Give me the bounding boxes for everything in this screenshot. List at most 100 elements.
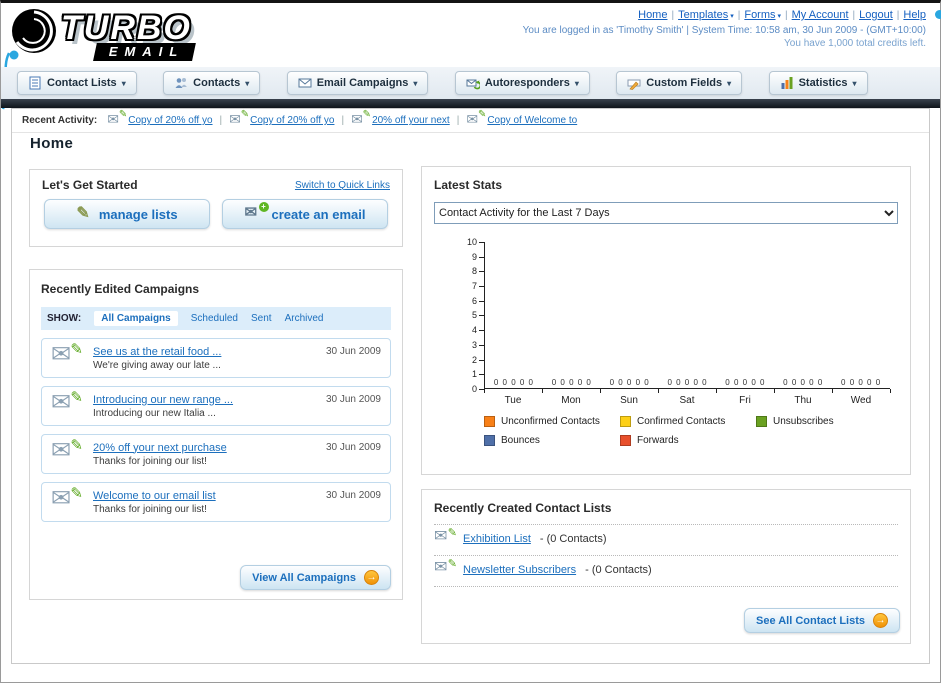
envelope-edit-icon: ✉ ✎ [51, 341, 83, 368]
top-nav-help[interactable]: Help [903, 9, 926, 21]
statistics-icon [781, 77, 793, 89]
legend-item: Confirmed Contacts [620, 416, 756, 427]
legend-swatch-bounces [484, 435, 495, 446]
recent-activity-item: ✉ ✎ Copy of 20% off yo [107, 108, 212, 127]
separator: | [219, 115, 223, 126]
contact-list-link[interactable]: Exhibition List [463, 533, 531, 545]
logo-text: TURBO EMAIL [61, 9, 197, 61]
top-nav-templates[interactable]: Templates ▾ [678, 9, 734, 21]
legend-swatch-forwards [620, 435, 631, 446]
filter-sent[interactable]: Sent [251, 313, 272, 324]
campaign-title-link[interactable]: Welcome to our email list [93, 490, 216, 502]
tab-email-campaigns[interactable]: Email Campaigns ▾ [286, 71, 429, 95]
chart-plot-area: 0 0 0 0 0 0 0 0 0 0 0 0 0 0 0 0 0 0 0 0 … [484, 242, 890, 389]
show-label: SHOW: [47, 313, 82, 324]
contacts-icon [175, 78, 187, 88]
envelope-edit-icon: ✉ ✎ [351, 108, 372, 127]
top-nav: Home | Templates ▾ | Forms ▾ | My Account | Logout… [523, 9, 926, 21]
campaign-subtitle: Thanks for joining our list! [93, 455, 207, 467]
campaign-list-item: ✉ ✎ Welcome to our email list Thanks for … [41, 482, 391, 522]
contact-lists-icon [29, 76, 41, 90]
contact-list-count: - (0 Contacts) [585, 564, 652, 576]
chart-x-ticks [484, 389, 891, 393]
campaign-date: 30 Jun 2009 [325, 394, 381, 405]
autoresponders-icon [466, 79, 480, 90]
list-edit-icon: ✉ ✎ [434, 558, 457, 576]
latest-stats-title: Latest Stats [434, 178, 503, 192]
email-campaigns-icon [298, 78, 312, 88]
envelope-edit-icon: ✉ ✎ [51, 437, 83, 464]
header-user-area: Home | Templates ▾ | Forms ▾ | My Account | Logout… [523, 9, 926, 49]
legend-swatch-unsubscribes [756, 416, 767, 427]
main-nav: Contact Lists ▾ Contacts ▾ Email Campaig… [1, 67, 940, 99]
recent-activity-label: Recent Activity: [22, 115, 98, 126]
top-nav-my-account[interactable]: My Account [792, 9, 849, 21]
filter-scheduled[interactable]: Scheduled [191, 313, 238, 324]
chevron-down-icon: ▾ [727, 78, 732, 88]
create-email-button[interactable]: ✉ + create an email [222, 199, 388, 229]
recent-activity-link[interactable]: 20% off your next [372, 115, 450, 126]
top-nav-home[interactable]: Home [638, 9, 667, 21]
stats-period-select[interactable]: Contact Activity for the Last 7 Days [434, 202, 898, 224]
chevron-down-icon: ▾ [121, 78, 126, 88]
envelope-edit-icon: ✉ ✎ [107, 108, 128, 127]
envelope-edit-icon: ✉ ✎ [229, 108, 250, 127]
switch-to-quick-links-link[interactable]: Switch to Quick Links [295, 180, 390, 191]
divider [434, 586, 898, 587]
separator: | [341, 115, 345, 126]
chevron-down-icon: ▾ [574, 78, 579, 88]
recent-activity-bar: Recent Activity: ✉ ✎ Copy of 20% off yo |… [12, 109, 929, 133]
credits-info: You have 1,000 total credits left. [784, 38, 926, 49]
top-nav-forms[interactable]: Forms ▾ [744, 9, 781, 21]
arrow-right-icon: → [873, 613, 888, 628]
latest-stats-panel: Latest Stats Contact Activity for the La… [421, 166, 911, 475]
chevron-down-icon: ▾ [777, 13, 782, 20]
tab-custom-fields[interactable]: Custom Fields ▾ [616, 71, 743, 95]
chevron-down-icon: ▾ [730, 13, 734, 20]
campaign-list-item: ✉ ✎ 20% off your next purchase Thanks for… [41, 434, 391, 474]
campaign-subtitle: We're giving away our late ... [93, 359, 221, 371]
logo-turbo-text: TURBO [61, 9, 192, 47]
recent-activity-item: ✉ ✎ Copy of 20% off yo [229, 108, 334, 127]
recent-activity-link[interactable]: Copy of 20% off yo [128, 115, 212, 126]
filter-archived[interactable]: Archived [285, 313, 324, 324]
campaign-subtitle: Introducing our new Italia ... [93, 407, 216, 419]
recent-activity-link[interactable]: Copy of 20% off yo [250, 115, 334, 126]
contact-list-item: ✉ ✎ Exhibition List - (0 Contacts) [434, 525, 898, 548]
campaign-list-item: ✉ ✎ See us at the retail food ... We're g… [41, 338, 391, 378]
chart-value-labels: 0 0 0 0 0 0 0 0 0 0 0 0 0 0 0 0 0 0 0 0 … [493, 378, 882, 387]
custom-fields-icon [627, 79, 641, 90]
tab-statistics[interactable]: Statistics ▾ [768, 71, 868, 95]
recently-created-contact-lists-panel: Recently Created Contact Lists ✉ ✎ Exhibi… [421, 489, 911, 644]
list-edit-icon: ✉ ✎ [434, 527, 457, 545]
separator: | [671, 10, 675, 21]
tab-contacts[interactable]: Contacts ▾ [163, 71, 261, 95]
plus-icon: + [258, 201, 269, 212]
see-all-contact-lists-label: See All Contact Lists [755, 614, 865, 627]
top-nav-logout[interactable]: Logout [859, 9, 893, 21]
recent-activity-link[interactable]: Copy of Welcome to [487, 115, 577, 126]
legend-swatch-unconfirmed [484, 416, 495, 427]
chart-y-axis: 10 9 8 7 6 5 4 3 2 1 0 [466, 237, 485, 394]
chevron-down-icon: ▾ [245, 78, 250, 88]
nav-divider-bar [1, 99, 940, 108]
campaign-subtitle: Thanks for joining our list! [93, 503, 207, 515]
campaigns-filter-bar: SHOW: All Campaigns Scheduled Sent Archi… [41, 307, 391, 330]
campaign-title-link[interactable]: See us at the retail food ... [93, 346, 221, 358]
contact-list-link[interactable]: Newsletter Subscribers [463, 564, 576, 576]
view-all-campaigns-button[interactable]: View All Campaigns → [240, 565, 391, 590]
see-all-contact-lists-button[interactable]: See All Contact Lists → [743, 608, 900, 633]
campaigns-title: Recently Edited Campaigns [41, 282, 200, 296]
filter-all-campaigns[interactable]: All Campaigns [94, 311, 178, 326]
manage-lists-button[interactable]: ✎ manage lists [44, 199, 210, 229]
separator: | [785, 10, 788, 21]
tab-label: Autoresponders [484, 77, 570, 89]
tab-contact-lists[interactable]: Contact Lists ▾ [17, 71, 137, 95]
get-started-title: Let's Get Started [42, 178, 138, 192]
campaign-title-link[interactable]: Introducing our new range ... [93, 394, 233, 406]
envelope-plus-icon: ✉ + [245, 201, 269, 221]
tab-autoresponders[interactable]: Autoresponders ▾ [454, 71, 590, 95]
legend-item: Forwards [620, 435, 756, 446]
turbo-email-logo[interactable]: TURBO EMAIL [7, 5, 197, 61]
campaign-title-link[interactable]: 20% off your next purchase [93, 442, 227, 454]
